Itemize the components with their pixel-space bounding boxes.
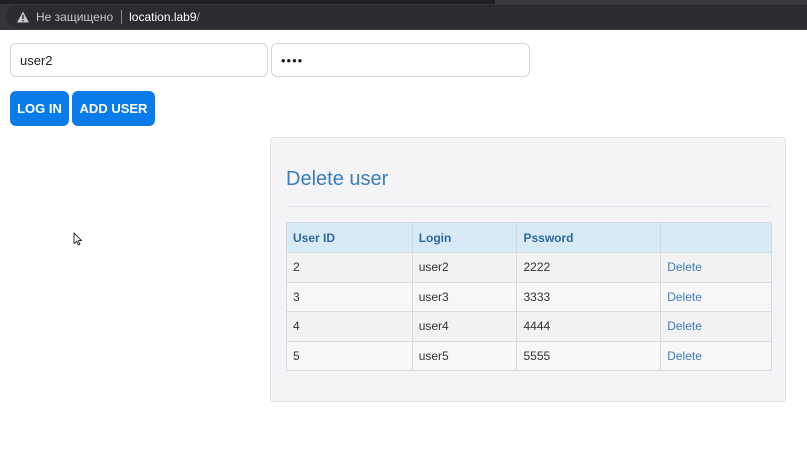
- cell-password: 2222: [516, 252, 662, 283]
- cell-password: 5555: [516, 340, 662, 371]
- cell-login: user5: [411, 340, 518, 371]
- delete-link[interactable]: Delete: [667, 290, 702, 304]
- delete-user-panel: Delete user User ID Login Pssword 2 user…: [270, 137, 786, 402]
- cell-login: user3: [411, 281, 518, 312]
- users-table: User ID Login Pssword 2 user2 2222 Delet…: [286, 222, 772, 371]
- panel-divider: [286, 206, 772, 207]
- cell-password: 3333: [516, 281, 662, 312]
- add-user-button[interactable]: ADD USER: [72, 91, 155, 126]
- password-input[interactable]: [271, 43, 530, 77]
- table-row: 3 user3 3333 Delete: [286, 281, 772, 312]
- column-header-login: Login: [411, 222, 518, 253]
- table-header-row: User ID Login Pssword: [286, 222, 772, 253]
- security-status[interactable]: Не защищено: [36, 10, 113, 24]
- mouse-cursor-icon: [73, 232, 83, 246]
- column-header-user-id: User ID: [286, 222, 413, 253]
- delete-link[interactable]: Delete: [667, 260, 702, 274]
- panel-title: Delete user: [286, 168, 389, 190]
- table-row: 2 user2 2222 Delete: [286, 252, 772, 283]
- cell-action: Delete: [660, 340, 772, 371]
- table-row: 5 user5 5555 Delete: [286, 340, 772, 371]
- url-host[interactable]: location.lab9: [129, 10, 196, 24]
- browser-address-bar: Не защищено location.lab9/: [0, 4, 807, 30]
- column-header-password: Pssword: [516, 222, 662, 253]
- cell-action: Delete: [660, 311, 772, 342]
- address-separator: [121, 9, 123, 24]
- cell-login: user2: [411, 252, 518, 283]
- omnibox[interactable]: Не защищено location.lab9/: [6, 5, 807, 28]
- cell-user-id: 2: [286, 252, 413, 283]
- delete-link[interactable]: Delete: [667, 349, 702, 363]
- cell-user-id: 5: [286, 340, 413, 371]
- warning-icon[interactable]: [16, 10, 30, 24]
- url-path[interactable]: /: [197, 10, 200, 24]
- delete-link[interactable]: Delete: [667, 319, 702, 333]
- cell-user-id: 3: [286, 281, 413, 312]
- cell-action: Delete: [660, 281, 772, 312]
- cell-action: Delete: [660, 252, 772, 283]
- table-row: 4 user4 4444 Delete: [286, 311, 772, 342]
- cell-password: 4444: [516, 311, 662, 342]
- cell-user-id: 4: [286, 311, 413, 342]
- cell-login: user4: [411, 311, 518, 342]
- login-input[interactable]: [10, 43, 268, 77]
- column-header-action: [660, 222, 772, 253]
- login-button[interactable]: LOG IN: [10, 91, 69, 126]
